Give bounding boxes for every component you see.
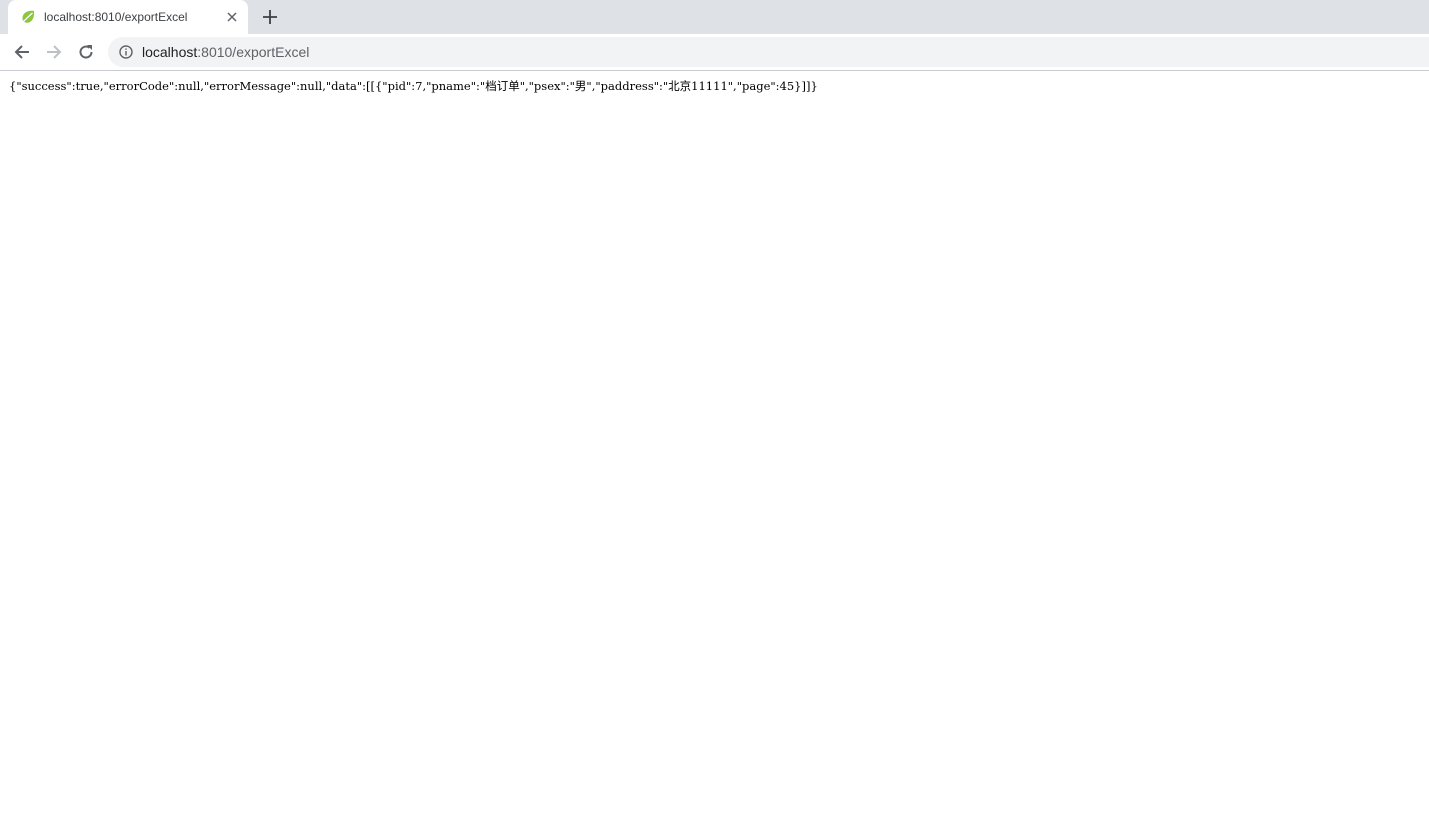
tab-active[interactable]: localhost:8010/exportExcel xyxy=(8,0,248,34)
tab-strip: localhost:8010/exportExcel xyxy=(0,0,1429,34)
info-icon[interactable] xyxy=(119,45,133,59)
tab-title: localhost:8010/exportExcel xyxy=(44,10,188,24)
url-host: localhost xyxy=(142,44,198,60)
reload-icon[interactable] xyxy=(76,42,96,62)
new-tab-plus-icon[interactable] xyxy=(260,7,280,27)
spring-leaf-icon xyxy=(22,10,35,23)
url-text: localhost:8010/exportExcel xyxy=(142,44,309,60)
back-arrow-icon[interactable] xyxy=(12,42,32,62)
page-content: {"success":true,"errorCode":null,"errorM… xyxy=(0,71,1429,94)
address-bar[interactable]: localhost:8010/exportExcel xyxy=(108,37,1429,67)
close-icon[interactable] xyxy=(224,9,240,25)
browser-toolbar: localhost:8010/exportExcel xyxy=(0,34,1429,71)
forward-arrow-icon[interactable] xyxy=(44,42,64,62)
json-response-text: {"success":true,"errorCode":null,"errorM… xyxy=(9,79,818,93)
url-path: :8010/exportExcel xyxy=(197,44,310,60)
